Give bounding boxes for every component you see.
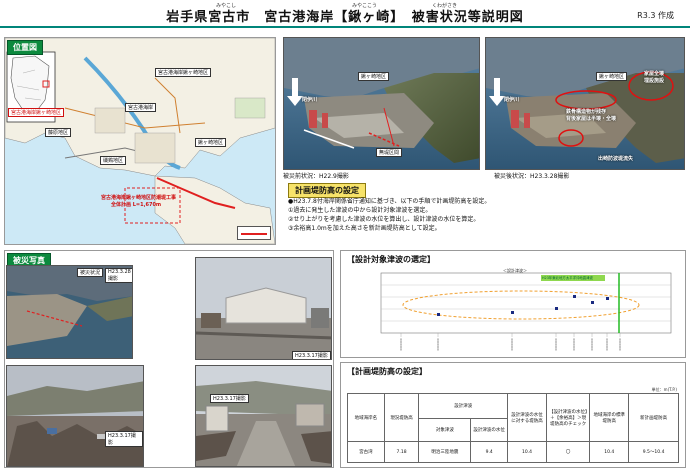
tsunami-green-tag: H23年東北地方太平洋沖地震津波 xyxy=(542,276,593,280)
after-sea-label: 閉伊川 xyxy=(504,97,520,103)
td-design-name: 明治三陸地震 xyxy=(418,441,472,463)
td-new: 9.5～10.4 xyxy=(628,441,679,463)
td-area: 宮古湾 xyxy=(347,441,385,463)
table-row: 宮古湾 7.18 明治三陸地震 9.4 10.4 〇 10.4 9.5～10.4 xyxy=(347,441,679,463)
aerial-before-caption: 被災前状況：H22.9撮影 xyxy=(283,173,349,180)
page: 岩手県宮古市 宮古港海岸【鍬ヶ崎】 被害状況等説明図 みやこし みやここう くわ… xyxy=(0,0,690,472)
tsunami-chart-header: ＜設計津波＞ xyxy=(503,268,527,273)
th-plan-level: 設計津波の水位に対する堤防高 xyxy=(507,392,547,443)
before-area-label: 鍬ヶ崎地区 xyxy=(358,72,390,81)
th-design-name: 対象津波 xyxy=(418,418,472,443)
before-gap-label: 無堤区間 xyxy=(376,148,403,157)
th-design-level: 設計津波の水位 xyxy=(470,418,509,443)
plan-setting-line-2: ①過去に発生した津波の中から設計対象津波を選定。 xyxy=(288,207,432,214)
location-label: 位置図 xyxy=(7,40,43,55)
after-area-label: 鍬ヶ崎地区 xyxy=(596,72,628,81)
disaster-photo-3-caption: H23.3.17撮影 xyxy=(105,431,143,447)
table-header-row-1: 地域海岸名 現況堤防高 設計津波 設計津波の水位に対する堤防高 【設計津波の水位… xyxy=(347,392,679,443)
dike-height-panel: 【計画堤防高の設定】 単位：m(T.P.) 地域海岸名 現況堤防高 設計津波 設… xyxy=(340,362,686,468)
th-area: 地域海岸名 xyxy=(347,392,385,443)
td-plan-level: 10.4 xyxy=(507,441,547,463)
place-4: 磯鶏地区 xyxy=(100,156,127,165)
plan-setting-text: ●H23.7.8付海岸関係省庁通知に基づき、以下の手順で計画堤防高を設定。 ①過… xyxy=(288,197,684,233)
after-damage-1: 家屋全壊 xyxy=(644,71,665,77)
disaster-photo-1: 被災状況 H23.3.28撮影 xyxy=(6,265,133,359)
ruby-miyako: みやこし xyxy=(216,3,237,9)
after-damage-2: 鉄骨構造物が残存 xyxy=(566,109,607,115)
inset-caption: 宮古港海岸鍬ヶ崎地区 xyxy=(8,108,65,117)
td-current: 7.18 xyxy=(383,441,420,463)
tsunami-selection-label: 【設計対象津波の選定】 xyxy=(347,255,435,264)
dike-height-table: 地域海岸名 現況堤防高 設計津波 設計津波の水位に対する堤防高 【設計津波の水位… xyxy=(347,392,679,463)
before-sea-label: 閉伊川 xyxy=(302,97,318,103)
plan-setting-line-1: ●H23.7.8付海岸関係省庁通知に基づき、以下の手順で計画堤防高を設定。 xyxy=(288,198,491,205)
disaster-photo-3-image xyxy=(7,366,143,466)
disaster-photo-4-caption: H23.3.17撮影 xyxy=(210,394,249,403)
after-damage-1b: 埋設施設 xyxy=(644,78,665,84)
disaster-photo-3: H23.3.17撮影 xyxy=(6,365,144,467)
place-1: 宮古港海岸鍬ヶ崎地区 xyxy=(155,68,212,77)
aerial-photo-before: 鍬ヶ崎地区 無堤区間 閉伊川 xyxy=(283,37,480,170)
disaster-photo-1-caption-a: 被災状況 xyxy=(77,268,104,277)
disaster-photo-2-caption: H23.3.17撮影 xyxy=(292,351,331,359)
place-3: 藤原地区 xyxy=(45,128,72,137)
disaster-photo-4: H23.3.17撮影 xyxy=(195,365,332,467)
page-title: 岩手県宮古市 宮古港海岸【鍬ヶ崎】 被害状況等説明図 xyxy=(166,10,524,25)
ruby-miyakoko: みやここう xyxy=(352,3,378,9)
th-check: 【設計津波の水位】＋【余裕高】＞現堤防高のチェック xyxy=(545,392,591,443)
tsunami-diagram xyxy=(380,272,672,352)
td-design-level: 9.4 xyxy=(470,441,509,463)
aerial-photo-after: 鍬ヶ崎地区 家屋全壊 埋設施設 鉄骨構造物が残存 背後家屋は半壊・全壊 出崎防波… xyxy=(485,37,685,170)
aerial-after-image xyxy=(486,38,684,169)
plan-setting-line-4: ③余裕高1.0mを加えた高さを新計画堤防高として設定。 xyxy=(288,225,441,232)
th-design-group: 設計津波 xyxy=(418,392,509,420)
tsunami-selection-panel: 【設計対象津波の選定】 ＜設計津波＞ H23年東北地方太平洋沖地震津波 xyxy=(340,250,686,358)
disaster-photo-2: H23.3.17撮影 xyxy=(195,257,332,360)
place-2: 宮古港海岸 xyxy=(125,103,157,112)
disaster-photo-4-image xyxy=(196,366,331,466)
created-date: R3.3 作成 xyxy=(637,11,674,20)
map-legend xyxy=(237,226,271,240)
th-current: 現況堤防高 xyxy=(383,392,420,443)
th-local: 地域海岸の標準堤防高 xyxy=(589,392,630,443)
disaster-photo-2-image xyxy=(196,258,331,359)
td-check: 〇 xyxy=(545,441,591,463)
after-damage-3: 出崎防波堤流失 xyxy=(598,156,634,162)
disaster-photos-panel: 被災写真 被災状況 H23.3.28撮影 H23.3.17撮影 H23.3.17… xyxy=(4,250,334,468)
location-map-panel: 位置図 宮古港海岸鍬ヶ崎地区 宮古港海岸鍬ヶ崎地区 宮古港海岸 藤原地区 磯鶏地… xyxy=(4,37,276,245)
th-new: 新計画堤防高 xyxy=(628,392,679,443)
td-local: 10.4 xyxy=(589,441,630,463)
dike-table-label: 【計画堤防高の設定】 xyxy=(347,367,427,376)
place-5: 鍬ヶ崎地区 xyxy=(195,138,227,147)
disaster-photo-1-caption-b: H23.3.28撮影 xyxy=(105,268,132,283)
aerial-after-caption: 被災後状況：H23.3.28撮影 xyxy=(494,173,570,180)
plan-line-2: 全体計画 L=1,670m xyxy=(111,202,162,208)
plan-line-1: 宮古港海岸鍬ヶ崎地区防潮堤工事 xyxy=(101,195,177,201)
ruby-kuwagasaki: くわがさき xyxy=(432,3,458,9)
after-damage-2b: 背後家屋は半壊・全壊 xyxy=(566,116,617,122)
plan-setting-line-3: ②せり上がりを考慮した津波の水位を算出し、設計津波の水位を算定。 xyxy=(288,216,480,223)
plan-setting-label: 計画堤防高の設定 xyxy=(288,183,366,198)
location-map xyxy=(5,38,275,244)
